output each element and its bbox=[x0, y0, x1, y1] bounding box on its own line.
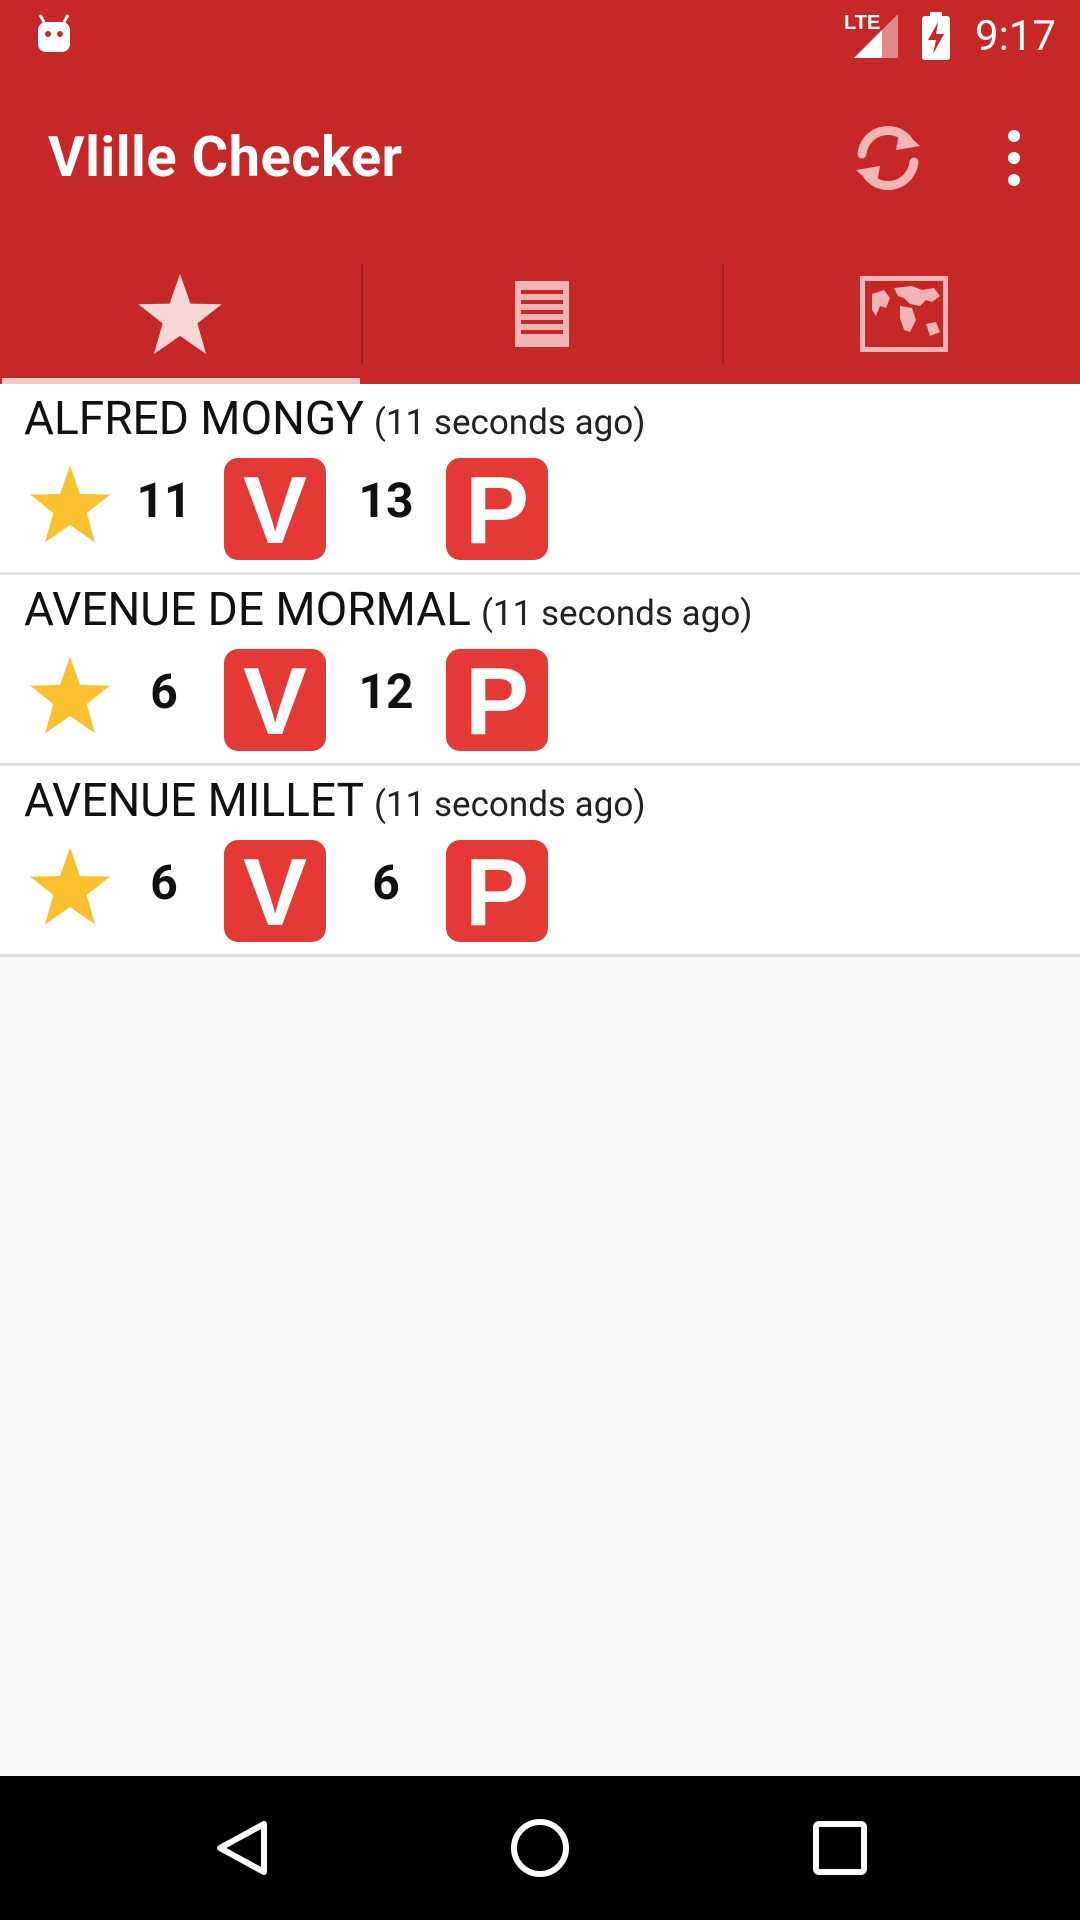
bikes-badge: V bbox=[224, 840, 326, 946]
slots-count: 6 bbox=[372, 854, 400, 911]
station-row[interactable]: AVENUE MILLET (11 seconds ago) 6 V 6 P bbox=[0, 766, 1080, 957]
slots-count: 12 bbox=[358, 663, 414, 720]
tab-favorites[interactable] bbox=[0, 244, 360, 384]
favorite-star-icon[interactable] bbox=[30, 464, 110, 544]
recents-icon[interactable] bbox=[808, 1816, 872, 1880]
favorite-star-icon[interactable] bbox=[30, 846, 110, 926]
slots-badge: P bbox=[446, 649, 548, 755]
status-bar: LTE 9:17 bbox=[0, 0, 1080, 72]
bikes-count: 6 bbox=[150, 854, 178, 911]
station-name: AVENUE DE MORMAL bbox=[24, 583, 471, 637]
bikes-badge: V bbox=[224, 458, 326, 564]
bikes-count: 6 bbox=[150, 663, 178, 720]
star-icon bbox=[138, 274, 222, 354]
map-icon bbox=[860, 276, 948, 352]
list-icon bbox=[515, 281, 569, 347]
tab-bar bbox=[0, 244, 1080, 384]
station-list: ALFRED MONGY (11 seconds ago) 11 V 13 P A… bbox=[0, 384, 1080, 957]
overflow-menu-icon[interactable] bbox=[1000, 128, 1028, 188]
android-debug-icon bbox=[38, 14, 70, 52]
app-bar: Vlille Checker bbox=[0, 72, 1080, 244]
slots-badge: P bbox=[446, 840, 548, 946]
app-title: Vlille Checker bbox=[48, 124, 403, 190]
bikes-badge: V bbox=[224, 649, 326, 755]
refresh-icon[interactable] bbox=[848, 118, 928, 198]
navigation-bar bbox=[0, 1776, 1080, 1920]
battery-charging-icon bbox=[922, 12, 950, 60]
signal-icon bbox=[854, 14, 898, 58]
station-name: ALFRED MONGY bbox=[24, 392, 364, 446]
bikes-count: 11 bbox=[136, 472, 192, 529]
station-title: AVENUE MILLET (11 seconds ago) bbox=[24, 774, 646, 828]
station-name: AVENUE MILLET bbox=[24, 774, 364, 828]
tab-map[interactable] bbox=[724, 244, 1080, 384]
slots-count: 13 bbox=[358, 472, 414, 529]
status-time: 9:17 bbox=[975, 12, 1056, 61]
station-updated: (11 seconds ago) bbox=[373, 784, 646, 825]
station-title: AVENUE DE MORMAL (11 seconds ago) bbox=[24, 583, 753, 637]
home-icon[interactable] bbox=[508, 1816, 572, 1880]
slots-badge: P bbox=[446, 458, 548, 564]
station-title: ALFRED MONGY (11 seconds ago) bbox=[24, 392, 645, 446]
station-updated: (11 seconds ago) bbox=[373, 402, 646, 443]
station-updated: (11 seconds ago) bbox=[480, 593, 753, 634]
station-row[interactable]: AVENUE DE MORMAL (11 seconds ago) 6 V 12 … bbox=[0, 575, 1080, 766]
station-row[interactable]: ALFRED MONGY (11 seconds ago) 11 V 13 P bbox=[0, 384, 1080, 575]
tab-stations[interactable] bbox=[362, 244, 722, 384]
favorite-star-icon[interactable] bbox=[30, 655, 110, 735]
back-icon[interactable] bbox=[210, 1816, 274, 1880]
